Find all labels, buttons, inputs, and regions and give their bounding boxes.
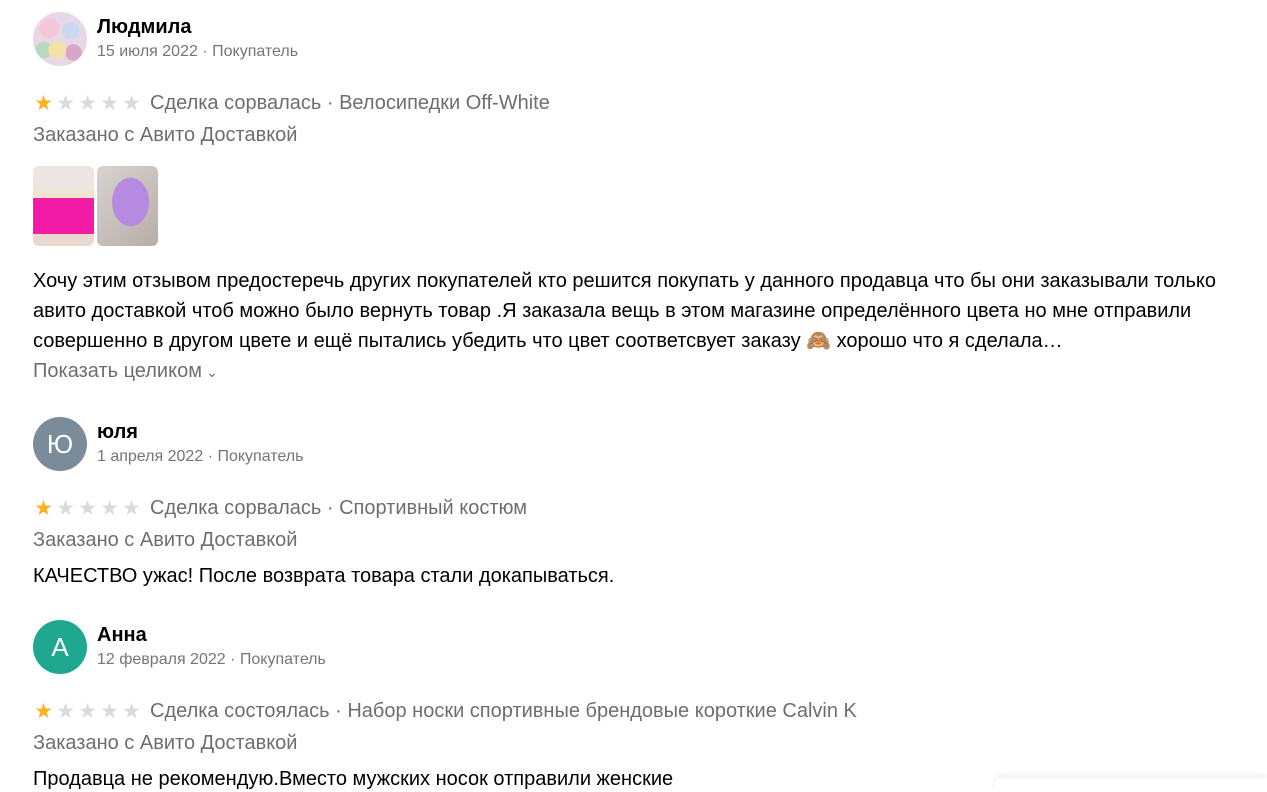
review-date-line: 12 февраля 2022 · Покупатель xyxy=(97,649,326,671)
review-card: Людмила 15 июля 2022 · Покупатель ★ ★ ★ ★ ★ … xyxy=(33,12,1267,383)
star-icon: ★ xyxy=(122,91,141,115)
show-full-button[interactable]: Показать целиком ⌄ xyxy=(33,360,218,383)
review-date: 1 апреля 2022 xyxy=(97,448,204,465)
author-name[interactable]: Анна xyxy=(97,623,326,647)
star-icon: ★ xyxy=(100,699,119,723)
review-header: Людмила 15 июля 2022 · Покупатель xyxy=(33,12,1267,66)
star-icon: ★ xyxy=(122,496,141,520)
review-text: Хочу этим отзывом предостеречь других по… xyxy=(33,270,1217,352)
review-header: А Анна 12 февраля 2022 · Покупатель xyxy=(33,620,1267,674)
star-rating: ★ ★ ★ ★ ★ xyxy=(33,93,142,114)
star-icon: ★ xyxy=(100,91,119,115)
review-card: Ю юля 1 апреля 2022 · Покупатель ★ ★ ★ ★ ★ С… xyxy=(33,417,1267,591)
star-icon: ★ xyxy=(34,496,53,520)
chevron-down-icon: ⌄ xyxy=(205,364,218,380)
star-icon: ★ xyxy=(56,91,75,115)
star-icon: ★ xyxy=(56,496,75,520)
star-icon: ★ xyxy=(122,699,141,723)
review-text: КАЧЕСТВО ужас! После возврата товара ста… xyxy=(33,565,615,587)
separator: · xyxy=(230,651,236,668)
review-photo-package[interactable] xyxy=(97,166,158,246)
deal-info: Сделка состоялась · Набор носки спортивн… xyxy=(150,699,857,722)
review-date-line: 15 июля 2022 · Покупатель xyxy=(97,41,298,63)
separator: · xyxy=(207,448,213,465)
star-icon: ★ xyxy=(100,496,119,520)
star-icon: ★ xyxy=(78,496,97,520)
author-name[interactable]: Людмила xyxy=(97,15,298,39)
star-icon: ★ xyxy=(34,699,53,723)
star-icon: ★ xyxy=(34,91,53,115)
author-role: Покупатель xyxy=(217,448,304,465)
rating-row: ★ ★ ★ ★ ★ Сделка состоялась · Набор носки сп… xyxy=(33,696,1267,726)
avatar[interactable]: Ю xyxy=(33,417,87,471)
delivery-note: Заказано с Авито Доставкой xyxy=(33,732,298,754)
review-date: 12 февраля 2022 xyxy=(97,651,226,668)
star-rating: ★ ★ ★ ★ ★ xyxy=(33,498,142,519)
deal-info: Сделка сорвалась · Велосипедки Off-White xyxy=(150,91,550,114)
review-date: 15 июля 2022 xyxy=(97,43,198,60)
review-photos xyxy=(33,166,1267,246)
author-meta: юля 1 апреля 2022 · Покупатель xyxy=(97,420,303,468)
floating-panel-edge xyxy=(995,778,1267,792)
deal-info: Сделка сорвалась · Спортивный костюм xyxy=(150,496,528,519)
avatar[interactable]: А xyxy=(33,620,87,674)
delivery-note: Заказано с Авито Доставкой xyxy=(33,124,298,146)
avatar-letter: А xyxy=(51,631,69,662)
star-icon: ★ xyxy=(78,91,97,115)
author-role: Покупатель xyxy=(212,43,299,60)
author-meta: Анна 12 февраля 2022 · Покупатель xyxy=(97,623,326,671)
avatar-letter: Ю xyxy=(46,428,74,459)
review-header: Ю юля 1 апреля 2022 · Покупатель xyxy=(33,417,1267,471)
author-meta: Людмила 15 июля 2022 · Покупатель xyxy=(97,15,298,63)
delivery-note: Заказано с Авито Доставкой xyxy=(33,529,298,551)
separator: · xyxy=(202,43,208,60)
rating-row: ★ ★ ★ ★ ★ Сделка сорвалась · Спортивный кост… xyxy=(33,493,1267,523)
avatar[interactable] xyxy=(33,12,87,66)
review-photo-shorts[interactable] xyxy=(33,166,94,246)
rating-row: ★ ★ ★ ★ ★ Сделка сорвалась · Велосипедки Off… xyxy=(33,88,1267,118)
reviews-feed: Людмила 15 июля 2022 · Покупатель ★ ★ ★ ★ ★ … xyxy=(0,0,1267,792)
review-date-line: 1 апреля 2022 · Покупатель xyxy=(97,446,303,468)
star-icon: ★ xyxy=(56,699,75,723)
show-full-label: Показать целиком xyxy=(33,360,202,382)
review-card: А Анна 12 февраля 2022 · Покупатель ★ ★ ★ ★… xyxy=(33,620,1267,792)
author-role: Покупатель xyxy=(239,651,326,668)
author-name[interactable]: юля xyxy=(97,420,303,444)
star-rating: ★ ★ ★ ★ ★ xyxy=(33,701,142,722)
star-icon: ★ xyxy=(78,699,97,723)
